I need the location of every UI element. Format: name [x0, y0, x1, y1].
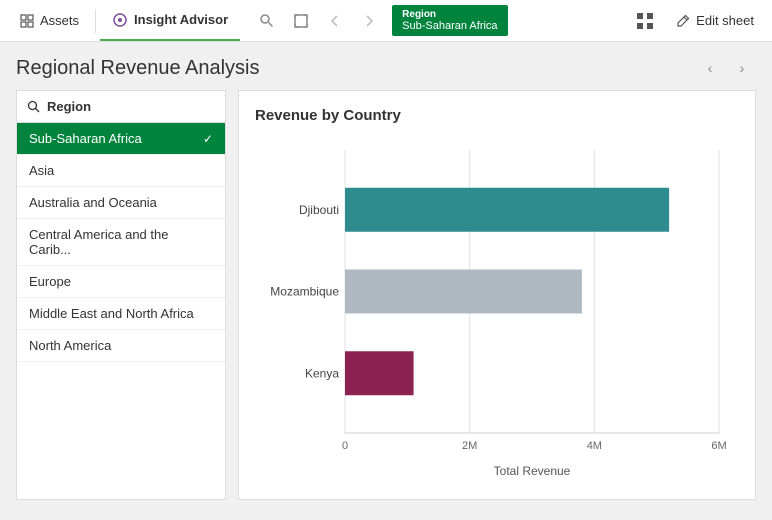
insight-advisor-tab-label: Insight Advisor: [134, 12, 228, 27]
region-badge-title: Region: [402, 9, 497, 20]
edit-icon: [676, 14, 690, 28]
sidebar-item-label: Middle East and North Africa: [29, 306, 194, 321]
sidebar-item[interactable]: Australia and Oceania: [17, 187, 225, 219]
insight-advisor-icon: [112, 12, 128, 28]
svg-text:0: 0: [342, 440, 348, 452]
expand-icon-btn[interactable]: [286, 6, 316, 36]
bar-djibouti: [345, 188, 669, 232]
svg-text:4M: 4M: [587, 440, 602, 452]
sidebar-item-label: Central America and the Carib...: [29, 227, 213, 257]
grid-icon: [636, 12, 654, 30]
insight-advisor-tab[interactable]: Insight Advisor: [100, 0, 240, 41]
sidebar-item[interactable]: Central America and the Carib...: [17, 219, 225, 266]
sidebar-item-label: Asia: [29, 163, 54, 178]
sidebar-item-label: Europe: [29, 274, 71, 289]
edit-sheet-label: Edit sheet: [696, 13, 754, 28]
prev-page-btn[interactable]: ‹: [696, 54, 724, 82]
back-icon-btn[interactable]: [320, 6, 350, 36]
top-navigation: Assets Insight Advisor: [0, 0, 772, 42]
svg-text:Total Revenue: Total Revenue: [494, 464, 571, 478]
page-nav-arrows: ‹ ›: [696, 54, 756, 82]
expand-icon: [293, 13, 309, 29]
svg-text:Mozambique: Mozambique: [270, 285, 339, 299]
nav-divider: [95, 9, 96, 33]
next-page-btn[interactable]: ›: [728, 54, 756, 82]
region-badge: Region Sub-Saharan Africa: [392, 5, 507, 36]
sidebar-item[interactable]: Middle East and North Africa: [17, 298, 225, 330]
assets-tab[interactable]: Assets: [8, 0, 91, 41]
region-badge-value: Sub-Saharan Africa: [402, 20, 497, 32]
chart-area: Revenue by Country 0 2M 4M 6M Djibouti Mozamb…: [238, 90, 756, 500]
svg-text:Kenya: Kenya: [305, 366, 339, 380]
toolbar-icons: [252, 6, 384, 36]
sidebar-item-label: North America: [29, 338, 111, 353]
search-icon: [27, 100, 41, 114]
assets-icon: [20, 14, 34, 28]
chart-container: 0 2M 4M 6M Djibouti Mozambique Kenya Total Reve…: [255, 140, 739, 483]
right-nav: Edit sheet: [628, 4, 764, 38]
bar-kenya: [345, 351, 414, 395]
zoom-icon-btn[interactable]: [252, 6, 282, 36]
forward-arrow-icon: [361, 13, 377, 29]
sidebar-item-label: Sub-Saharan Africa: [29, 131, 142, 146]
edit-sheet-button[interactable]: Edit sheet: [666, 9, 764, 32]
main-content: Region Sub-Saharan Africa ✓ Asia Australia …: [0, 90, 772, 516]
selected-checkmark: ✓: [203, 132, 213, 146]
grid-view-btn[interactable]: [628, 4, 662, 38]
chart-title: Revenue by Country: [255, 107, 739, 124]
region-sidebar: Region Sub-Saharan Africa ✓ Asia Australia …: [16, 90, 226, 500]
sidebar-item[interactable]: Asia: [17, 155, 225, 187]
forward-icon-btn[interactable]: [354, 6, 384, 36]
page-title: Regional Revenue Analysis: [16, 57, 260, 80]
revenue-chart: 0 2M 4M 6M Djibouti Mozambique Kenya Total Reve…: [255, 140, 739, 483]
page-header: Regional Revenue Analysis ‹ ›: [0, 42, 772, 90]
back-arrow-icon: [327, 13, 343, 29]
assets-tab-label: Assets: [40, 13, 79, 28]
svg-text:2M: 2M: [462, 440, 477, 452]
bar-mozambique: [345, 270, 582, 314]
svg-text:6M: 6M: [711, 440, 726, 452]
search-label: Region: [47, 99, 91, 114]
sidebar-item[interactable]: Europe: [17, 266, 225, 298]
svg-text:Djibouti: Djibouti: [299, 203, 339, 217]
sidebar-item[interactable]: North America: [17, 330, 225, 362]
sidebar-item[interactable]: Sub-Saharan Africa ✓: [17, 123, 225, 155]
search-zoom-icon: [259, 13, 275, 29]
sidebar-search: Region: [17, 91, 225, 123]
sidebar-item-label: Australia and Oceania: [29, 195, 157, 210]
sidebar-list: Sub-Saharan Africa ✓ Asia Australia and Oce…: [17, 123, 225, 499]
